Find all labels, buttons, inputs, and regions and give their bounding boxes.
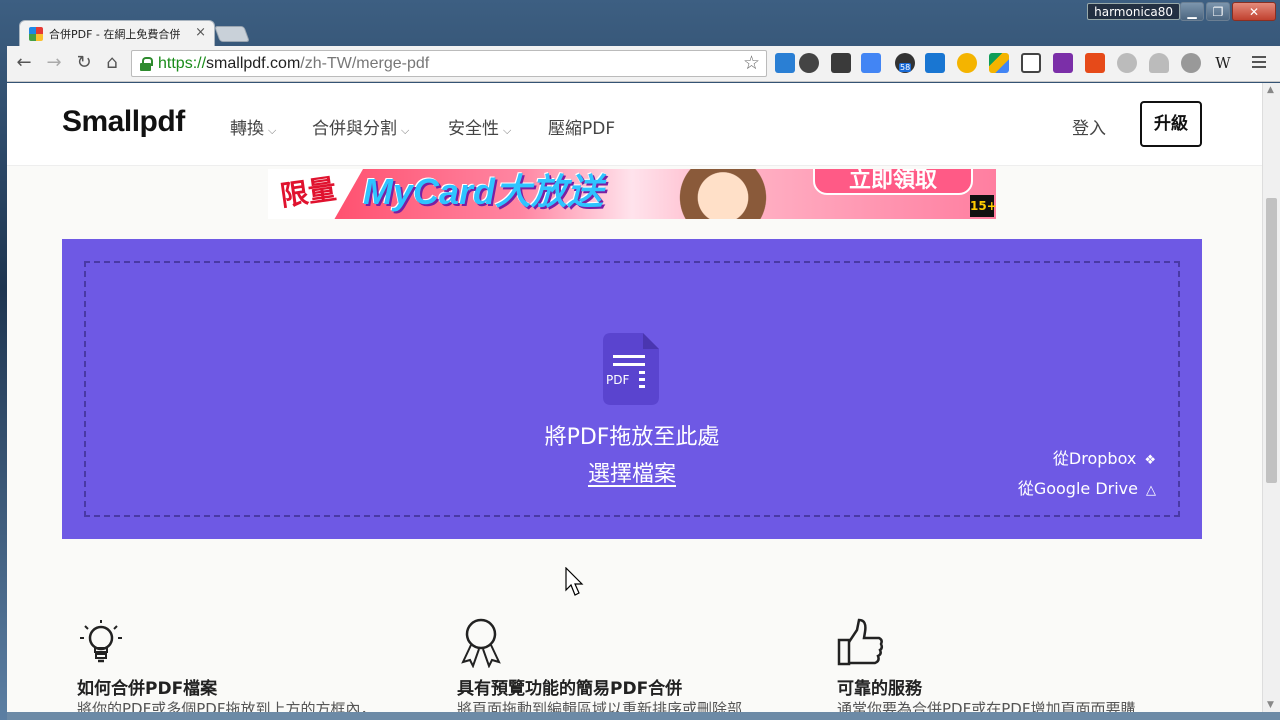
lightbulb-icon (80, 620, 122, 663)
tab-title: 合併PDF - 在網上免費合併 (49, 28, 181, 41)
compass-icon[interactable] (1181, 53, 1201, 73)
cloud-gray-icon[interactable] (1149, 53, 1169, 73)
nav-merge-split[interactable]: 合併與分割 ⌵ (312, 114, 409, 139)
address-bar[interactable]: https://smallpdf.com/zh-TW/merge-pdf ☆ (131, 50, 767, 77)
pin-icon[interactable] (1117, 53, 1137, 73)
drop-zone-title: 將PDF拖放至此處 (544, 425, 720, 450)
choose-file-link[interactable]: 選擇檔案 (584, 456, 680, 488)
browser-window: harmonica80 ▁ ❐ ✕ 合併PDF - 在網上免費合併 × ← → … (7, 0, 1280, 720)
page-viewport: Smallpdf 轉換 ⌵ 合併與分割 ⌵ 安全性 ⌵ 壓縮PDF 登入 升級 限量 … (7, 83, 1262, 712)
upgrade-button[interactable]: 升級 (1140, 101, 1202, 147)
feature-description: 將你的PDF或多個PDF拖放到上方的方框內， (77, 700, 376, 712)
favicon-icon (29, 27, 43, 41)
forward-button[interactable]: → (43, 52, 65, 74)
moon-icon[interactable]: 58 (895, 53, 915, 73)
window-bottom-frame (7, 712, 1280, 720)
ad-claim-button[interactable]: 立即領取 (813, 169, 973, 195)
dropbox-link[interactable]: 從Dropbox ❖ (1053, 445, 1156, 469)
site-header: Smallpdf 轉換 ⌵ 合併與分割 ⌵ 安全性 ⌵ 壓縮PDF 登入 升級 (7, 83, 1262, 166)
feature-description: 通常你要為合併PDF或在PDF增加頁面而要購 (837, 700, 1136, 712)
new-tab-button[interactable] (214, 26, 250, 42)
profile-badge[interactable]: harmonica80 (1087, 3, 1180, 20)
wikipedia-icon[interactable]: W (1213, 53, 1233, 73)
minimize-button[interactable]: ▁ (1180, 2, 1204, 21)
onenote-icon[interactable] (1053, 53, 1073, 73)
extension-badge: 58 (899, 63, 912, 72)
nav-compress-pdf[interactable]: 壓縮PDF (548, 114, 615, 139)
scroll-up-arrow-icon[interactable]: ▲ (1267, 85, 1274, 95)
google-drive-icon: △ (1146, 483, 1156, 498)
scrollbar-thumb[interactable] (1266, 198, 1277, 483)
ad-left-badge: 限量 (268, 169, 363, 219)
translate-icon[interactable] (861, 53, 881, 73)
url-text[interactable]: https://smallpdf.com/zh-TW/merge-pdf (158, 55, 429, 73)
feature-title: 如何合併PDF檔案 (77, 679, 218, 699)
browser-tab[interactable]: 合併PDF - 在網上免費合併 × (19, 20, 215, 46)
browser-toolbar: ← → ↻ ⌂ https://smallpdf.com/zh-TW/merge… (7, 46, 1280, 82)
lock-icon (140, 57, 153, 71)
feature-title: 可靠的服務 (837, 679, 922, 699)
file-drop-zone[interactable]: PDF 將PDF拖放至此處 選擇檔案 從Dropbox ❖ 從Google Dri… (62, 239, 1202, 539)
close-window-button[interactable]: ✕ (1232, 2, 1276, 21)
weather-icon[interactable] (775, 53, 795, 73)
feature-title: 具有預覽功能的簡易PDF合併 (457, 679, 683, 699)
tab-close-icon[interactable]: × (195, 25, 206, 40)
nav-convert[interactable]: 轉換 ⌵ (230, 114, 276, 139)
bookmark-star-icon[interactable]: ☆ (743, 52, 760, 74)
ad-headline: MyCard大放送 (363, 171, 604, 212)
pdf-file-icon: PDF (603, 333, 659, 405)
ad-character-image (663, 169, 783, 219)
feature-description: 將頁面拖動到編輯區域以重新排序或刪除部 (457, 700, 743, 712)
ad-rating-badge: 15+ (970, 195, 996, 217)
svg-text:PDF: PDF (606, 373, 629, 387)
google-drive-icon[interactable] (989, 53, 1009, 73)
ad-banner[interactable]: 限量 MyCard大放送 立即領取 15+ (268, 169, 996, 219)
dropbox-icon: ❖ (1144, 453, 1156, 468)
scroll-down-arrow-icon[interactable]: ▼ (1267, 700, 1274, 710)
mouse-cursor-icon (565, 567, 584, 596)
vertical-scrollbar[interactable]: ▲ ▼ (1262, 83, 1280, 712)
chevron-down-icon: ⌵ (401, 124, 410, 137)
office-icon[interactable] (1085, 53, 1105, 73)
reload-button[interactable]: ↻ (73, 52, 95, 74)
nav-security[interactable]: 安全性 ⌵ (448, 114, 511, 139)
maximize-button[interactable]: ❐ (1206, 2, 1230, 21)
grid-icon[interactable] (1021, 53, 1041, 73)
cloud-icon[interactable] (925, 53, 945, 73)
award-ribbon-icon (461, 618, 501, 668)
chevron-down-icon: ⌵ (503, 124, 512, 137)
browser-menu-icon[interactable] (1252, 56, 1266, 70)
print-icon[interactable] (799, 53, 819, 73)
google-drive-link[interactable]: 從Google Drive △ (1018, 475, 1156, 499)
title-bar: harmonica80 ▁ ❐ ✕ 合併PDF - 在網上免費合併 × (7, 0, 1280, 46)
back-button[interactable]: ← (13, 52, 35, 74)
star-badge-icon[interactable] (957, 53, 977, 73)
home-button[interactable]: ⌂ (101, 52, 123, 74)
chevron-down-icon: ⌵ (268, 124, 277, 137)
evernote-icon[interactable] (831, 53, 851, 73)
smallpdf-logo[interactable]: Smallpdf (62, 105, 185, 139)
thumbs-up-icon (837, 618, 884, 666)
login-link[interactable]: 登入 (1072, 114, 1106, 139)
